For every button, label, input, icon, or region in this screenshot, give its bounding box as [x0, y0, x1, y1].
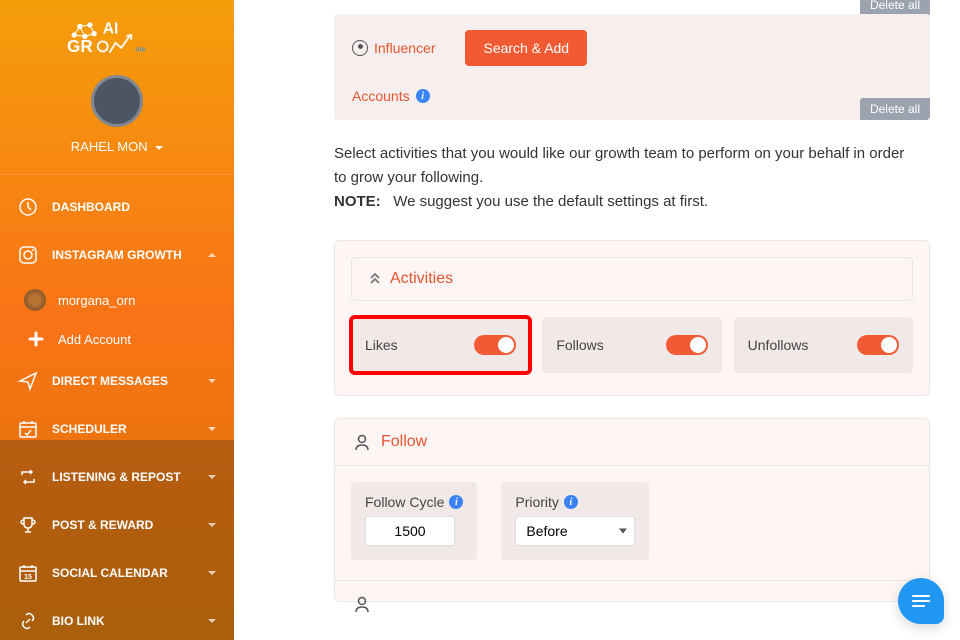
brand-logo: AI GR .me — [0, 0, 234, 75]
calendar-date-icon: 15 — [18, 563, 38, 583]
add-account-button[interactable]: Add Account — [0, 321, 234, 357]
info-icon[interactable]: i — [449, 495, 463, 509]
nav-direct-messages[interactable]: DIRECT MESSAGES — [0, 357, 234, 405]
activity-label: Likes — [365, 337, 398, 353]
follows-toggle[interactable] — [666, 335, 708, 355]
account-avatar — [24, 289, 46, 311]
activity-likes: Likes — [351, 317, 530, 373]
description-line: Select activities that you would like ou… — [334, 142, 910, 190]
nav-label: DASHBOARD — [52, 200, 216, 214]
person-icon — [352, 40, 368, 56]
nav-label: INSTAGRAM GROWTH — [52, 248, 208, 262]
nav-bio-link[interactable]: BIO LINK — [0, 597, 234, 640]
caret-down-icon — [208, 619, 216, 623]
nav-label: DIRECT MESSAGES — [52, 374, 208, 388]
chat-widget[interactable] — [898, 578, 944, 624]
nav-instagram-growth[interactable]: INSTAGRAM GROWTH — [0, 231, 234, 279]
activity-follows: Follows — [542, 317, 721, 373]
note-text: We suggest you use the default settings … — [393, 193, 708, 210]
activities-header: Activities — [351, 257, 913, 301]
nav-social-calendar[interactable]: 15 SOCIAL CALENDAR — [0, 549, 234, 597]
send-icon — [18, 371, 38, 391]
caret-up-icon — [208, 253, 216, 257]
username-dropdown[interactable]: RAHEL MON — [0, 127, 234, 166]
influencer-label: Influencer — [352, 40, 435, 56]
caret-down-icon — [208, 475, 216, 479]
nav-label: SOCIAL CALENDAR — [52, 566, 208, 580]
svg-text:AI: AI — [103, 21, 119, 38]
follow-title: Follow — [381, 433, 427, 451]
main-content: Delete all Influencer Search & Add Accou… — [234, 0, 960, 640]
follow-cycle-label: Follow Cycle — [365, 494, 444, 510]
info-icon[interactable]: i — [564, 495, 578, 509]
plus-icon — [28, 331, 44, 347]
influencer-text: Influencer — [374, 40, 435, 56]
nav-listening-repost[interactable]: LISTENING & REPOST — [0, 453, 234, 501]
follow-cycle-control: Follow Cycle i — [351, 482, 477, 560]
activities-section: Activities Likes Follows Unfollows — [334, 240, 930, 396]
username-label: RAHEL MON — [71, 139, 148, 154]
search-add-button[interactable]: Search & Add — [465, 30, 587, 66]
calendar-icon — [18, 419, 38, 439]
nav-label: SCHEDULER — [52, 422, 208, 436]
description-text: Select activities that you would like ou… — [334, 142, 930, 214]
priority-label: Priority — [515, 494, 559, 510]
nav-label: LISTENING & REPOST — [52, 470, 208, 484]
svg-text:.me: .me — [133, 45, 145, 53]
activity-label: Follows — [556, 337, 603, 353]
info-icon[interactable]: i — [416, 89, 430, 103]
nav-label: BIO LINK — [52, 614, 208, 628]
unfollows-toggle[interactable] — [857, 335, 899, 355]
add-account-label: Add Account — [58, 332, 131, 347]
priority-select[interactable] — [515, 516, 635, 546]
accounts-text: Accounts — [352, 88, 410, 104]
caret-down-icon — [208, 523, 216, 527]
chat-icon — [912, 592, 930, 610]
follow-cycle-input[interactable] — [365, 516, 455, 546]
sidebar: AI GR .me RAHEL MON DASHBOARD INSTAGRAM … — [0, 0, 234, 640]
clock-icon — [18, 197, 38, 217]
activities-title: Activities — [390, 270, 453, 288]
person-icon — [353, 595, 371, 613]
follow-section: Follow Follow Cycle i Priority i — [334, 418, 930, 602]
divider — [0, 174, 234, 175]
nav-post-reward[interactable]: POST & REWARD — [0, 501, 234, 549]
chevrons-up-icon — [368, 271, 382, 288]
account-name: morgana_orn — [58, 293, 135, 308]
activity-label: Unfollows — [748, 337, 809, 353]
caret-down-icon — [155, 146, 163, 150]
instagram-icon — [18, 245, 38, 265]
nav-label: POST & REWARD — [52, 518, 208, 532]
caret-down-icon — [208, 571, 216, 575]
unfollow-header — [335, 580, 929, 617]
person-icon — [353, 433, 371, 451]
follow-header: Follow — [335, 419, 929, 466]
avatar-placeholder — [91, 75, 143, 127]
trophy-icon — [18, 515, 38, 535]
caret-down-icon — [208, 379, 216, 383]
nav-dashboard[interactable]: DASHBOARD — [0, 183, 234, 231]
repost-icon — [18, 467, 38, 487]
activity-unfollows: Unfollows — [734, 317, 913, 373]
influencer-card: Influencer Search & Add Accounts i Delet… — [334, 14, 930, 120]
nav-scheduler[interactable]: SCHEDULER — [0, 405, 234, 453]
svg-text:GR: GR — [67, 36, 93, 56]
link-icon — [18, 611, 38, 631]
note-label: NOTE: — [334, 193, 381, 210]
priority-control: Priority i — [501, 482, 649, 560]
likes-toggle[interactable] — [474, 335, 516, 355]
caret-down-icon — [208, 427, 216, 431]
svg-text:15: 15 — [24, 574, 32, 581]
sidebar-account-item[interactable]: morgana_orn — [0, 279, 234, 321]
delete-all-button[interactable]: Delete all — [860, 98, 930, 120]
accounts-label: Accounts i — [352, 88, 912, 104]
